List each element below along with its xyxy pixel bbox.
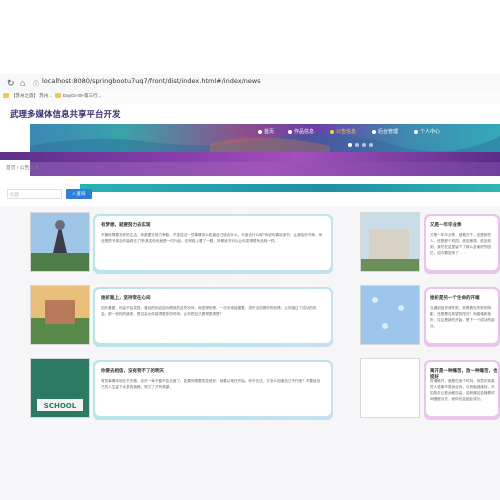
news-excerpt: 又是一年毕业季，感慨万千，还是那些人，还是那个校园，依旧美丽，依旧热闹，我们在这… [430,233,492,255]
news-thumbnail[interactable] [30,285,90,345]
school-sign-text: SCHOOL [44,402,77,410]
news-card[interactable]: 挫折是另一个生命的开端 当遇到挫折或失败，你是看见失败的阴影，还是看见希望的阳光… [424,287,500,347]
search-input[interactable]: 标题 [7,189,62,199]
home-icon[interactable]: ⌂ [20,78,25,88]
news-thumbnail[interactable]: SCHOOL [30,358,90,418]
campus-image [31,286,89,344]
nav-notices[interactable]: 公告信息 [330,128,356,135]
news-excerpt: 回头看看，你会不会发现，曾经的你会因为眼前的这些坎坷，而显得犹豫，一次次地摇摆着… [101,306,317,316]
news-title[interactable]: 挫折是另一个生命的开端 [430,295,480,301]
news-card[interactable]: 又是一年毕业季 又是一年毕业季，感慨万千，还是那些人，还是那个校园，依旧美丽，依… [424,214,500,274]
url-text[interactable]: localhost:8080/springbootu7uq7/front/dis… [42,77,261,85]
news-card[interactable]: 挫折路上，坚持常在心间 回头看看，你会不会发现，曾经的你会因为眼前的这些坎坷，而… [93,287,333,347]
news-thumbnail[interactable] [360,285,420,345]
news-card[interactable]: 离开是一种痛苦，放一种痛苦，也挺好 所谓离开，就是在某个时刻，你意识到某些人或事… [424,360,500,420]
news-thumbnail[interactable] [360,358,420,418]
news-thumbnail[interactable] [30,212,90,272]
news-excerpt: 不管你想要怎样的生活，你都要去努力争取，不多尝试一些事情怎么知道自己适合什么，不… [101,233,323,243]
carousel-dot[interactable] [369,143,373,147]
decor-stripe [0,152,500,162]
news-excerpt: 当遇到挫折或失败，你是看见失败的阴影，还是看见希望的阳光？而困难和挫折，往往是新… [430,306,495,328]
news-card[interactable]: 有梦想，就要努力去实现 不管你想要怎样的生活，你都要去努力争取，不多尝试一些事情… [93,214,333,274]
nav-admin[interactable]: 后台管理 [372,128,398,135]
profile-dot-icon [414,129,418,134]
carousel-dot[interactable] [355,143,359,147]
nav-works[interactable]: 作品信息 [288,128,314,135]
works-dot-icon [288,129,292,134]
news-excerpt: 有些事情你现在不去做，也许一辈子都不会去做了。如果你想要改变现状，就要从现在开始… [101,379,321,389]
decor-stripe [80,184,500,192]
news-title[interactable]: 又是一年毕业季 [430,222,462,228]
news-thumbnail[interactable] [360,212,420,272]
news-excerpt: 所谓离开，就是在某个时刻，你意识到某些人或事不再适合你，与其勉强维持，不如放手让… [430,379,495,401]
carousel-dot[interactable] [348,143,352,147]
admin-dot-icon [372,129,376,134]
folder-icon [55,93,61,99]
blank-image [361,359,419,417]
breadcrumb-label: 首页 / 公告信息 [6,166,39,171]
decor-stripe [30,162,500,176]
info-icon[interactable]: ⓘ [33,79,39,88]
nav-profile[interactable]: 个人中心 [414,128,440,135]
folder-icon [3,93,9,99]
search-button[interactable]: ⌕ 查询 [66,189,92,199]
pattern-image [361,286,419,344]
school-image: SCHOOL [31,359,89,417]
building-image [361,213,419,271]
home-dot-icon [258,129,262,134]
news-title[interactable]: 有梦想，就要努力去实现 [101,222,151,228]
site-title: 武理多媒体信息共享平台开发 [10,109,121,119]
carousel-dot[interactable] [362,143,366,147]
reload-icon[interactable]: ↻ [7,78,15,89]
nav-home[interactable]: 首页 [258,128,274,135]
statue-image [31,213,89,271]
bookmark-item[interactable]: Day02-09-第三行... [55,93,101,99]
news-title[interactable]: 挫折路上，坚持常在心间 [101,295,151,301]
news-card[interactable]: 你要去相信，没有到不了的明天 有些事情你现在不去做，也许一辈子都不会去做了。如果… [93,360,333,420]
news-title[interactable]: 你要去相信，没有到不了的明天 [101,368,164,374]
bookmark-item[interactable]: 【苏州之旅】 苏州... [3,93,52,99]
notices-dot-icon [330,129,334,134]
